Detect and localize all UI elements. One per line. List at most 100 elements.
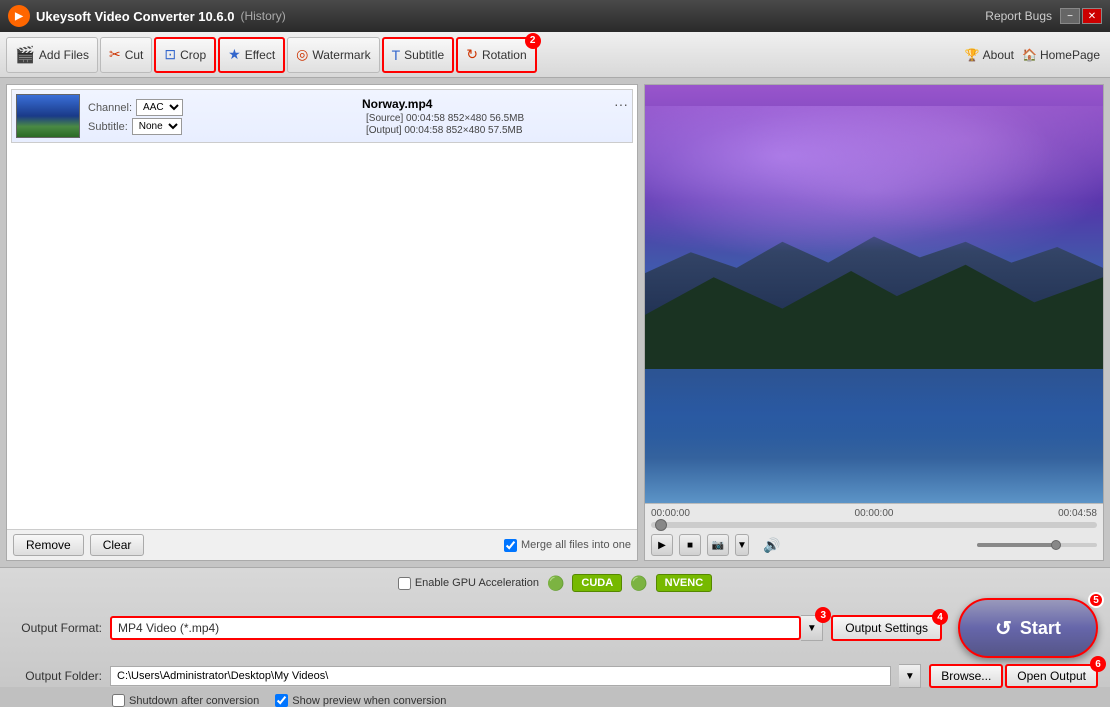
add-files-label: Add Files xyxy=(39,48,89,62)
start-refresh-icon: ↺ xyxy=(995,616,1012,641)
channel-label: Channel: xyxy=(88,102,132,114)
subtitle-button[interactable]: T Subtitle xyxy=(382,37,455,73)
subtitle-select[interactable]: None xyxy=(132,118,182,135)
subtitle-label: Subtitle xyxy=(404,48,444,62)
folder-badge: 6 xyxy=(1090,656,1106,672)
gpu-acceleration-checkbox[interactable] xyxy=(398,577,411,590)
effect-icon: ★ xyxy=(228,46,241,63)
camera-button[interactable]: 📷 xyxy=(707,534,729,556)
add-files-button[interactable]: 🎬 Add Files xyxy=(6,37,98,73)
progress-thumb[interactable] xyxy=(655,519,667,531)
file-list-panel: Channel: AAC Subtitle: None Norway xyxy=(6,84,638,561)
options-row: Shutdown after conversion Show preview w… xyxy=(12,694,1098,707)
output-folder-label: Output Folder: xyxy=(12,669,102,683)
nvidia-icon: 🟢 xyxy=(547,575,564,592)
start-button[interactable]: ↺ Start xyxy=(958,598,1098,658)
app-title: Ukeysoft Video Converter 10.6.0 xyxy=(36,9,234,24)
file-list-footer: Remove Clear Merge all files into one xyxy=(7,529,637,560)
file-list-area: Channel: AAC Subtitle: None Norway xyxy=(7,85,637,529)
merge-checkbox[interactable] xyxy=(504,539,517,552)
time-middle: 00:00:00 xyxy=(855,508,894,519)
start-badge: 5 xyxy=(1088,592,1104,608)
folder-row: Output Folder: ▼ Browse... Open Output 6 xyxy=(12,664,1098,688)
preview-panel: 00:00:00 00:00:00 00:04:58 ▶ ■ 📷 ▼ 🔊 xyxy=(644,84,1104,561)
toolbar: 🎬 Add Files ✂ Cut ⊡ Crop ★ Effect ◎ Wate… xyxy=(0,32,1110,78)
time-total: 00:04:58 xyxy=(1058,508,1097,519)
format-input[interactable] xyxy=(110,616,801,640)
stop-button[interactable]: ■ xyxy=(679,534,701,556)
progress-track[interactable] xyxy=(651,522,1097,528)
remove-button[interactable]: Remove xyxy=(13,534,84,556)
cut-button[interactable]: ✂ Cut xyxy=(100,37,152,73)
gpu-row: Enable GPU Acceleration 🟢 CUDA 🟢 NVENC xyxy=(12,574,1098,592)
merge-label: Merge all files into one xyxy=(521,539,631,551)
effect-button[interactable]: ★ Effect xyxy=(218,37,285,73)
file-name: Norway.mp4 xyxy=(362,97,432,111)
about-link[interactable]: 🏆 About xyxy=(965,48,1014,62)
browse-button[interactable]: Browse... xyxy=(929,664,1003,688)
file-more-icon[interactable]: ··· xyxy=(614,96,628,112)
crop-icon: ⊡ xyxy=(164,46,176,63)
cuda-badge: CUDA xyxy=(572,574,622,592)
rotation-button[interactable]: ↻ Rotation 2 xyxy=(456,37,536,73)
shutdown-label: Shutdown after conversion xyxy=(129,695,259,707)
open-output-button[interactable]: Open Output xyxy=(1005,664,1098,688)
preview-controls: 00:00:00 00:00:00 00:04:58 ▶ ■ 📷 ▼ 🔊 xyxy=(645,503,1103,560)
nvidia-icon2: 🟢 xyxy=(630,575,647,592)
file-info: Channel: AAC Subtitle: None xyxy=(88,97,354,135)
close-button[interactable]: ✕ xyxy=(1082,8,1102,24)
main-content: Channel: AAC Subtitle: None Norway xyxy=(0,78,1110,567)
nvenc-badge: NVENC xyxy=(656,574,713,592)
bottom-panel: Enable GPU Acceleration 🟢 CUDA 🟢 NVENC O… xyxy=(0,567,1110,687)
rotation-icon: ↻ xyxy=(466,46,478,63)
camera-icon: 📷 xyxy=(712,540,724,551)
subtitle-label-field: Subtitle: xyxy=(88,121,128,133)
effect-label: Effect xyxy=(245,48,275,62)
about-icon: 🏆 xyxy=(965,48,980,62)
settings-badge: 4 xyxy=(932,609,948,625)
output-settings-button[interactable]: Output Settings 4 xyxy=(831,615,942,641)
preview-conversion-label: Show preview when conversion xyxy=(292,695,446,707)
output-info: [Output] 00:04:58 852×480 57.5MB xyxy=(366,125,628,136)
minimize-button[interactable]: − xyxy=(1060,8,1080,24)
watermark-icon: ◎ xyxy=(296,46,308,63)
home-icon: 🏠 xyxy=(1022,48,1037,62)
volume-icon: 🔊 xyxy=(763,537,780,554)
homepage-link[interactable]: 🏠 HomePage xyxy=(1022,48,1100,62)
cut-icon: ✂ xyxy=(109,46,121,63)
gpu-acceleration-label: Enable GPU Acceleration xyxy=(415,577,539,589)
crop-button[interactable]: ⊡ Crop xyxy=(154,37,216,73)
app-icon: ▶ xyxy=(8,5,30,27)
start-label: Start xyxy=(1020,618,1061,639)
report-bugs-link[interactable]: Report Bugs xyxy=(985,9,1052,23)
play-button[interactable]: ▶ xyxy=(651,534,673,556)
folder-dropdown-button[interactable]: ▼ xyxy=(899,664,921,688)
file-item[interactable]: Channel: AAC Subtitle: None Norway xyxy=(11,89,633,143)
shutdown-checkbox[interactable] xyxy=(112,694,125,707)
output-format-label: Output Format: xyxy=(12,621,102,635)
volume-slider[interactable] xyxy=(977,543,1097,547)
preview-checkbox[interactable] xyxy=(275,694,288,707)
watermark-button[interactable]: ◎ Watermark xyxy=(287,37,379,73)
watermark-label: Watermark xyxy=(312,48,370,62)
rotation-badge: 2 xyxy=(525,33,541,49)
rotation-label: Rotation xyxy=(482,48,527,62)
play-icon: ▶ xyxy=(658,540,666,551)
crop-label: Crop xyxy=(180,48,206,62)
output-folder-input[interactable] xyxy=(110,666,891,686)
camera-dropdown[interactable]: ▼ xyxy=(735,534,749,556)
channel-select[interactable]: AAC xyxy=(136,99,183,116)
app-history: (History) xyxy=(240,9,285,23)
cut-label: Cut xyxy=(125,48,144,62)
title-bar: ▶ Ukeysoft Video Converter 10.6.0 (Histo… xyxy=(0,0,1110,32)
file-thumbnail xyxy=(16,94,80,138)
clear-button[interactable]: Clear xyxy=(90,534,145,556)
add-files-icon: 🎬 xyxy=(15,45,35,65)
toolbar-right: 🏆 About 🏠 HomePage xyxy=(965,48,1100,62)
source-info: [Source] 00:04:58 852×480 56.5MB xyxy=(366,113,628,124)
format-badge: 3 xyxy=(815,607,831,623)
stop-icon: ■ xyxy=(687,540,693,551)
time-current: 00:00:00 xyxy=(651,508,690,519)
subtitle-icon: T xyxy=(392,47,401,63)
preview-video xyxy=(645,85,1103,503)
